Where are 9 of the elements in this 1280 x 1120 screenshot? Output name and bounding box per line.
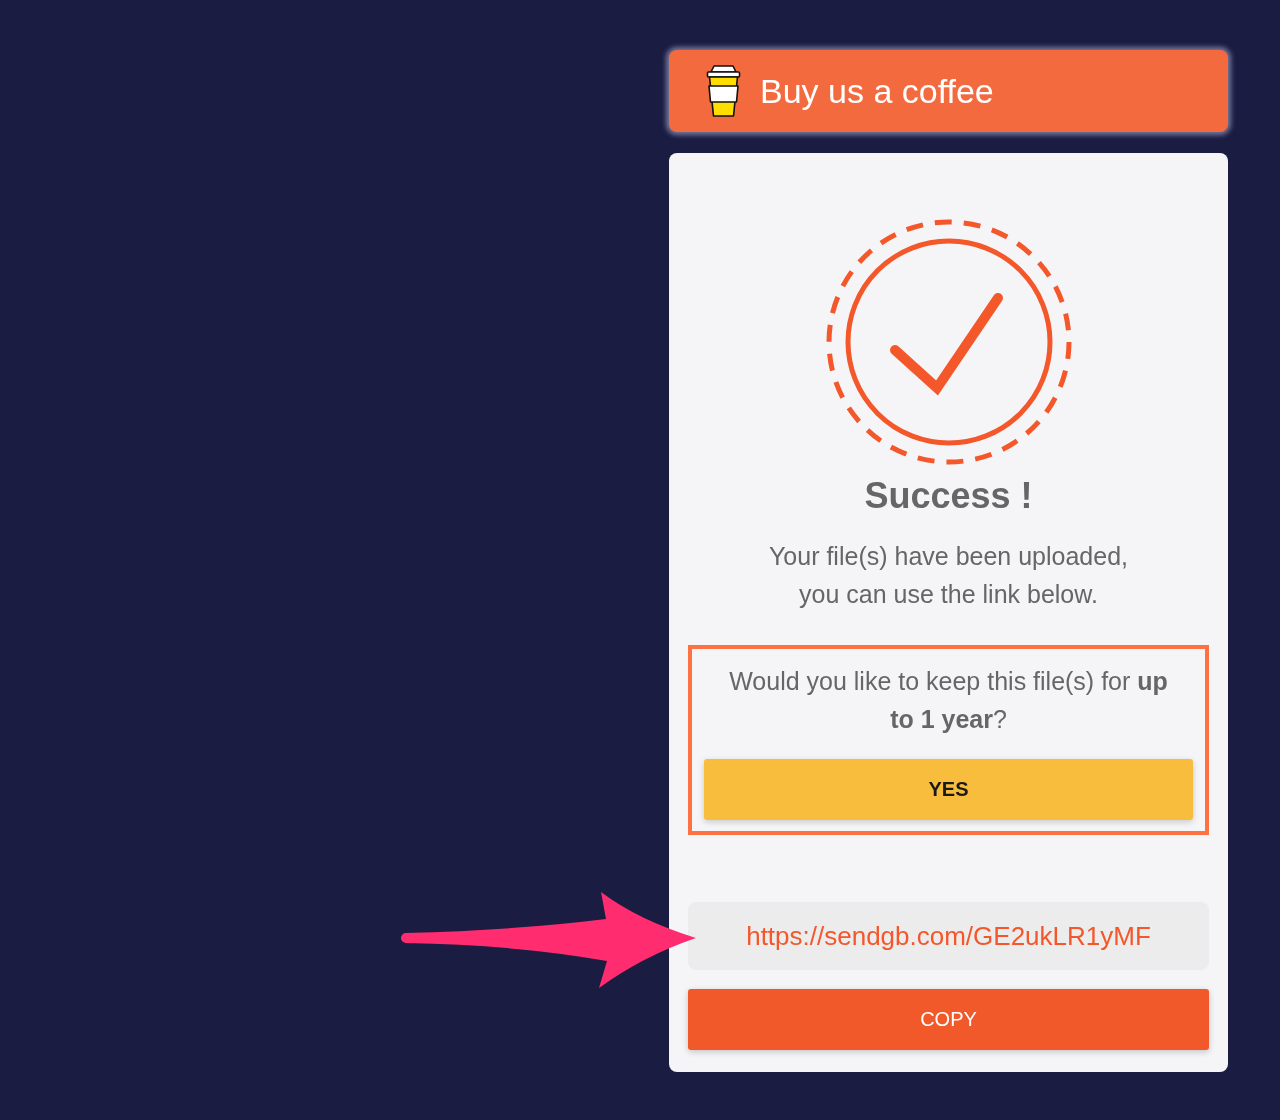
copy-button[interactable]: COPY	[688, 989, 1209, 1050]
success-check-icon	[824, 218, 1073, 466]
share-url-link[interactable]: https://sendgb.com/GE2ukLR1yMF	[746, 920, 1151, 952]
retention-question: Would you like to keep this file(s) for up to 1 year?	[728, 666, 1169, 735]
coffee-cup-icon	[705, 65, 742, 117]
yes-button[interactable]: YES	[704, 759, 1193, 820]
buy-coffee-button[interactable]: Buy us a coffee	[669, 50, 1228, 132]
upload-message: Your file(s) have been uploaded, you can use the link below.	[768, 541, 1129, 610]
success-title: Success !	[864, 475, 1033, 517]
